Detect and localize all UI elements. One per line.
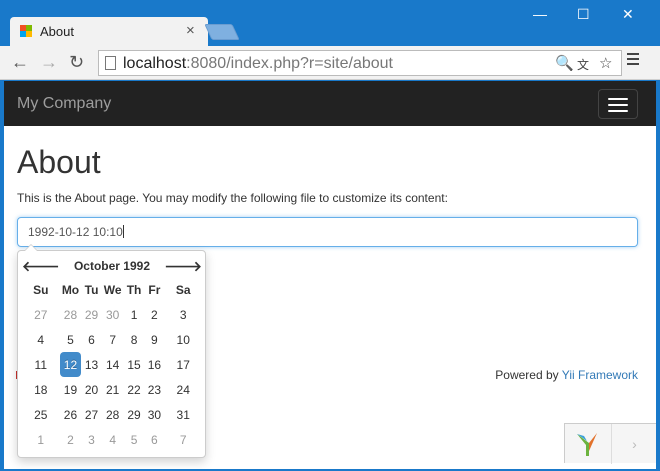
calendar-week: 1234567 [22,427,202,452]
title-bar: About × — ☐ ✕ [0,0,660,46]
calendar-day[interactable]: 28 [60,302,82,327]
calendar-day[interactable]: 5 [124,427,145,452]
minimize-button[interactable]: — [533,6,547,22]
calendar-day[interactable]: 21 [102,377,124,402]
calendar-day[interactable]: 29 [81,302,101,327]
calendar-day[interactable]: 27 [81,402,101,427]
calendar-day[interactable]: 5 [60,327,82,352]
datepicker: 🡐 October 1992 🡒 Su Mo Tu We Th Fr Sa 27 28 29 30… [17,244,206,458]
selected-day[interactable]: 12 [59,352,82,377]
zoom-icon[interactable]: 🔍 [555,54,574,72]
calendar-day[interactable]: 2 [60,427,82,452]
forward-button[interactable]: → [40,52,58,73]
weekday-th: Th [126,282,142,297]
calendar-days: 27 28 29 30 1 2 3 4 5 6 7 8 9 10 11 12 13 14 15 16 17 18 19 20 2… [22,302,202,452]
debug-expand-button[interactable]: › [611,424,656,464]
footer-powered-by: Powered by Yii Framework [495,368,638,382]
tab-about[interactable]: About × [10,17,208,46]
page-description: This is the About page. You may modify t… [17,191,448,205]
page-title: About [17,144,101,180]
windows-logo-icon [20,25,32,37]
calendar-day[interactable]: 6 [144,427,164,452]
calendar-day[interactable]: 26 [60,402,82,427]
calendar-day[interactable]: 9 [144,327,164,352]
calendar-day[interactable]: 8 [124,327,145,352]
close-button[interactable]: ✕ [622,6,634,23]
browser-toolbar: ← → ↻ localhost:8080/index.php?r=site/ab… [0,46,660,80]
weekday-we: We [103,282,122,297]
datetime-input[interactable]: 1992-10-12 10:10 [17,217,638,247]
calendar-day[interactable]: 4 [22,327,60,352]
new-tab-button[interactable] [204,24,240,40]
calendar-day[interactable]: 1 [22,427,60,452]
calendar-day[interactable]: 11 [22,352,60,377]
calendar-day[interactable]: 10 [164,327,202,352]
calendar-week: 27 28 29 30 1 2 3 [22,302,202,327]
calendar-day[interactable]: 15 [124,352,145,377]
page-icon [105,56,116,70]
tab-title: About [40,24,74,39]
brand-link[interactable]: My Company [17,95,111,113]
translate-icon[interactable]: 文 [577,56,589,73]
month-label[interactable]: October 1992 [60,255,165,277]
navbar: My Company [4,81,656,126]
tab-close-icon[interactable]: × [186,22,195,39]
weekday-su: Su [33,282,49,297]
calendar-day[interactable]: 17 [164,352,202,377]
debug-toolbar: › [564,423,656,464]
weekday-header: Su Mo Tu We Th Fr Sa [22,277,202,302]
calendar-day[interactable]: 7 [164,427,202,452]
calendar-day[interactable]: 14 [102,352,124,377]
navbar-toggle-button[interactable] [598,89,638,119]
calendar-day[interactable]: 3 [164,302,202,327]
calendar-day[interactable]: 4 [102,427,124,452]
calendar-day[interactable]: 25 [22,402,60,427]
calendar-week: 18 19 20 21 22 23 24 [22,377,202,402]
browser-window: About × — ☐ ✕ ← → ↻ localhost:8080/index… [0,0,660,471]
weekday-tu: Tu [84,282,99,297]
calendar-day[interactable]: 19 [60,377,82,402]
maximize-button[interactable]: ☐ [577,6,590,23]
calendar-day[interactable]: 20 [81,377,101,402]
weekday-mo: Mo [61,282,80,297]
weekday-fr: Fr [148,282,161,297]
reload-button[interactable]: ↻ [69,52,84,73]
calendar-day[interactable]: 22 [124,377,145,402]
page-viewport: My Company About This is the About page.… [4,81,656,469]
calendar-day[interactable]: 3 [81,427,101,452]
url-text: localhost:8080/index.php?r=site/about [123,55,393,72]
calendar-week: 25 26 27 28 29 30 31 [22,402,202,427]
next-month-button[interactable]: 🡒 [164,255,202,277]
yii-logo-icon[interactable] [575,431,599,457]
calendar-day[interactable]: 7 [102,327,124,352]
calendar-day[interactable]: 18 [22,377,60,402]
menu-icon[interactable] [627,53,639,68]
calendar-day[interactable]: 13 [81,352,101,377]
calendar-day[interactable]: 1 [124,302,145,327]
calendar-day[interactable]: 31 [164,402,202,427]
calendar-day[interactable]: 30 [102,302,124,327]
prev-month-button[interactable]: 🡐 [22,255,60,277]
calendar-day[interactable]: 16 [144,352,164,377]
bookmark-star-icon[interactable]: ☆ [599,54,612,72]
calendar-day[interactable]: 2 [144,302,164,327]
calendar-week: 4 5 6 7 8 9 10 [22,327,202,352]
calendar-day[interactable]: 27 [22,302,60,327]
weekday-sa: Sa [175,282,191,297]
back-button[interactable]: ← [11,52,29,73]
yii-framework-link[interactable]: Yii Framework [562,368,638,382]
calendar-day[interactable]: 6 [81,327,101,352]
calendar-day[interactable]: 24 [164,377,202,402]
address-bar[interactable]: localhost:8080/index.php?r=site/about 🔍 … [98,50,622,76]
calendar-day[interactable]: 28 [102,402,124,427]
calendar-week: 11 12 13 14 15 16 17 [22,352,202,377]
calendar-day[interactable]: 29 [124,402,145,427]
calendar-day[interactable]: 30 [144,402,164,427]
calendar-day[interactable]: 23 [144,377,164,402]
